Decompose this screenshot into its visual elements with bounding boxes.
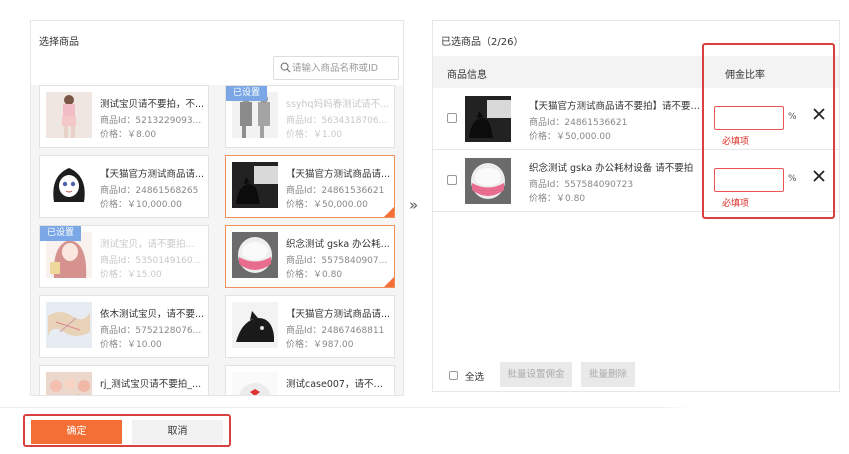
select-all-label[interactable]: 全选 bbox=[465, 369, 484, 383]
row-checkbox[interactable] bbox=[447, 175, 457, 185]
percent-sign: % bbox=[788, 174, 797, 184]
product-price: 价格：￥15.00 bbox=[100, 270, 162, 280]
product-price: 价格：￥987.00 bbox=[286, 340, 354, 350]
product-card[interactable]: 织念测试 gska 办公耗... 商品Id：5575840907... 价格：￥0.… bbox=[225, 225, 395, 288]
selected-corner-mark bbox=[384, 277, 394, 287]
product-id: 商品Id：5752128076... bbox=[100, 326, 202, 336]
product-card[interactable]: 已设置 ssyhq妈妈春测试请不... 商品Id：5634318706... 价格：￥… bbox=[225, 85, 395, 148]
product-price: 价格：￥8.00 bbox=[100, 130, 157, 140]
search-icon bbox=[280, 62, 291, 73]
product-id: 商品Id：5575840907... bbox=[286, 256, 388, 266]
required-hint: 必填项 bbox=[722, 137, 750, 147]
product-id: 商品Id：5350149160... bbox=[100, 256, 202, 266]
product-thumbnail bbox=[232, 372, 278, 395]
product-thumbnail bbox=[46, 92, 92, 138]
product-thumbnail bbox=[46, 372, 92, 395]
search-box[interactable] bbox=[273, 56, 399, 80]
product-name: 织念测试 gska 办公耗材设备 请不要拍 bbox=[529, 163, 694, 174]
product-price: 价格：￥0.80 bbox=[286, 270, 343, 280]
product-id: 商品Id：5213229093... bbox=[100, 116, 202, 126]
product-price: 价格：￥10.00 bbox=[100, 340, 162, 350]
column-header-commission: 佣金比率 bbox=[725, 70, 765, 81]
product-price: 价格：￥1.00 bbox=[286, 130, 343, 140]
commission-rate-input[interactable] bbox=[714, 106, 784, 130]
product-thumbnail bbox=[465, 158, 511, 204]
product-name: 测试宝贝请不要拍，不... bbox=[100, 99, 205, 110]
row-checkbox[interactable] bbox=[447, 113, 457, 123]
product-id: 商品Id：557584090723 bbox=[529, 180, 634, 190]
status-badge: 已设置 bbox=[40, 226, 82, 241]
product-card[interactable]: 测试case007，请不要...商品Id：5748302256...价格：￥2.… bbox=[225, 365, 395, 395]
product-name: 测试case007，请不要... bbox=[286, 379, 392, 390]
product-thumbnail bbox=[465, 96, 511, 142]
product-price: 价格：￥50,000.00 bbox=[286, 200, 368, 210]
table-header: 商品信息 佣金比率 bbox=[433, 56, 839, 88]
product-card[interactable]: 测试宝贝请不要拍，不... 商品Id：5213229093... 价格：￥8.00 bbox=[39, 85, 209, 148]
product-name: 依木测试宝贝，请不要... bbox=[100, 309, 205, 320]
select-all-checkbox[interactable] bbox=[449, 371, 458, 380]
percent-sign: % bbox=[788, 112, 797, 122]
column-header-info: 商品信息 bbox=[447, 70, 487, 81]
action-bar bbox=[0, 407, 849, 454]
selected-product-row: 【天猫官方测试商品请不要拍】请不要拍... 商品Id：24861536621 价格：… bbox=[433, 88, 839, 150]
selected-products-panel: 已选商品（2/26） 商品信息 佣金比率 【天猫官方测试商品请不要拍】请不要拍.… bbox=[432, 20, 840, 392]
product-id: 商品Id：24861536621 bbox=[529, 118, 628, 128]
product-price: 价格：￥50,000.00 bbox=[529, 132, 611, 142]
panel-title: 选择商品 bbox=[39, 37, 79, 48]
product-thumbnail bbox=[46, 302, 92, 348]
product-name: 【天猫官方测试商品请... bbox=[100, 169, 205, 180]
confirm-button[interactable]: 确定 bbox=[31, 420, 122, 444]
product-name: rj_测试宝贝请不要拍_... bbox=[100, 379, 202, 390]
cancel-button[interactable]: 取消 bbox=[132, 420, 223, 444]
product-card[interactable]: 【天猫官方测试商品请... 商品Id：24867468811 价格：￥987.00 bbox=[225, 295, 395, 358]
close-icon[interactable] bbox=[811, 106, 827, 122]
product-name: 【天猫官方测试商品请... bbox=[286, 169, 391, 180]
product-id: 商品Id：24861536621 bbox=[286, 186, 385, 196]
selected-corner-mark bbox=[384, 207, 394, 217]
required-hint: 必填项 bbox=[722, 199, 750, 209]
product-name: 【天猫官方测试商品请不要拍】请不要拍... bbox=[529, 101, 707, 112]
product-name: ssyhq妈妈春测试请不... bbox=[286, 99, 390, 110]
product-id: 商品Id：24861568265 bbox=[100, 186, 199, 196]
product-card[interactable]: 已设置测试宝贝，请不要拍... 商品Id：5350149160... 价格：￥15.… bbox=[39, 225, 209, 288]
product-id: 商品Id：5634318706... bbox=[286, 116, 388, 126]
product-thumbnail bbox=[232, 162, 278, 208]
product-name: 【天猫官方测试商品请... bbox=[286, 309, 391, 320]
product-thumbnail bbox=[46, 162, 92, 208]
product-id: 商品Id：5666948321... bbox=[100, 393, 206, 395]
product-card[interactable]: rj_测试宝贝请不要拍_...商品Id：5666948321...价格：￥3.0… bbox=[39, 365, 209, 395]
product-card[interactable]: 【天猫官方测试商品请... 商品Id：24861536621 价格：￥50,000.… bbox=[225, 155, 395, 218]
product-id: 商品Id：24867468811 bbox=[286, 326, 385, 336]
batch-delete-button[interactable]: 批量删除 bbox=[581, 362, 635, 387]
selected-product-row: 织念测试 gska 办公耗材设备 请不要拍 商品Id：557584090723 价格… bbox=[433, 150, 839, 212]
product-picker-panel: 选择商品 测试宝贝请不要拍，不... 商品Id：5213229093... 价格：￥… bbox=[30, 20, 404, 396]
product-name: 织念测试 gska 办公耗... bbox=[286, 239, 390, 250]
panel-title: 已选商品（2/26） bbox=[441, 37, 524, 48]
product-thumbnail bbox=[232, 232, 278, 278]
batch-set-commission-button[interactable]: 批量设置佣金 bbox=[500, 362, 572, 387]
product-card[interactable]: 【天猫官方测试商品请... 商品Id：24861568265 价格：￥10,000.… bbox=[39, 155, 209, 218]
commission-rate-input[interactable] bbox=[714, 168, 784, 192]
product-thumbnail bbox=[232, 302, 278, 348]
search-input[interactable] bbox=[292, 59, 396, 77]
transfer-arrow-icon[interactable]: » bbox=[409, 196, 418, 214]
close-icon[interactable] bbox=[811, 168, 827, 184]
status-badge: 已设置 bbox=[226, 86, 268, 101]
product-id: 商品Id：5748302256... bbox=[286, 393, 392, 395]
product-name: 测试宝贝，请不要拍... bbox=[100, 239, 195, 250]
product-price: 价格：￥10,000.00 bbox=[100, 200, 182, 210]
product-price: 价格：￥0.80 bbox=[529, 194, 586, 204]
product-card[interactable]: 依木测试宝贝，请不要... 商品Id：5752128076... 价格：￥10.00 bbox=[39, 295, 209, 358]
